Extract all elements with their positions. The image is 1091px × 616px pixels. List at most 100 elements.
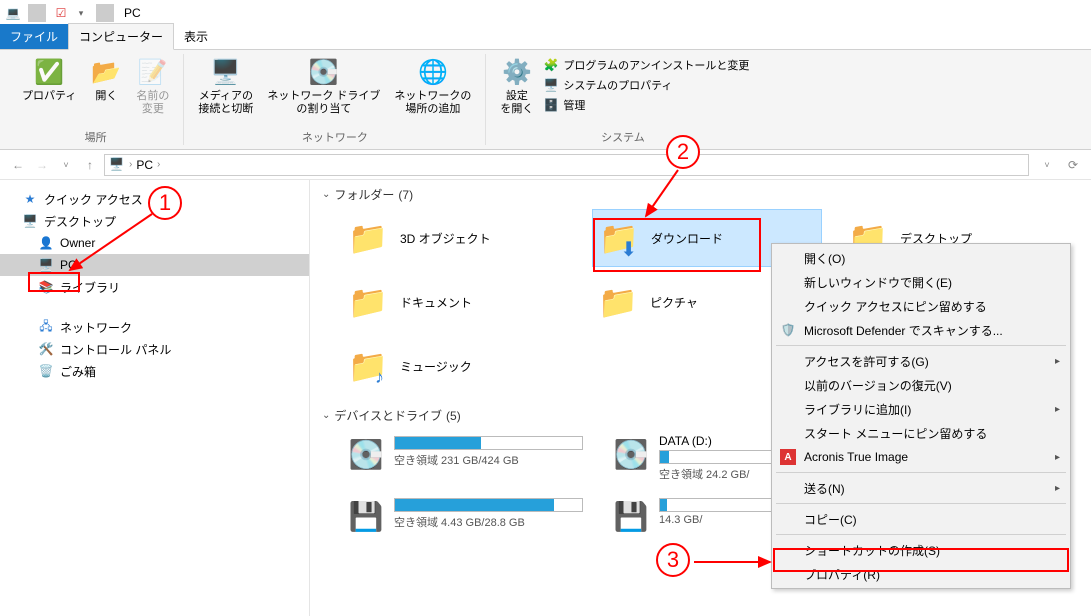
tree-control-panel[interactable]: 🛠️ コントロール パネル (0, 338, 309, 360)
ctx-open-new-window[interactable]: 新しいウィンドウで開く(E) (774, 270, 1068, 294)
folder-3d-objects[interactable]: 📁 3D オブジェクト (342, 209, 572, 267)
ribbon-group-network: 🖥️ メディアの 接続と切断 💽 ネットワーク ドライブ の割り当て 🌐 ネット… (184, 54, 486, 145)
add-location-button[interactable]: 🌐 ネットワークの 場所の追加 (388, 54, 477, 118)
ctx-restore-versions[interactable]: 以前のバージョンの復元(V) (774, 373, 1068, 397)
chevron-down-icon: ⌄ (322, 189, 330, 200)
star-icon: ★ (22, 191, 38, 207)
manage-button[interactable]: 🗄️ 管理 (541, 96, 751, 114)
uninstall-icon: 🧩 (543, 57, 559, 73)
user-icon: 👤 (38, 235, 54, 251)
settings-button[interactable]: ⚙️ 設定 を開く (494, 54, 539, 118)
ctx-acronis[interactable]: AAcronis True Image▸ (774, 445, 1068, 469)
rename-button: 📝 名前の 変更 (130, 54, 175, 118)
folder-icon: 📁 (346, 216, 390, 260)
drive-icon: 💽 (346, 434, 386, 474)
properties-icon: ✅ (33, 56, 65, 88)
drive-usb-1[interactable]: 💾 空き領域 4.43 GB/28.8 GB (342, 492, 587, 540)
rename-icon: 📝 (137, 56, 169, 88)
chevron-right-icon: › (157, 159, 160, 170)
uninstall-button[interactable]: 🧩 プログラムのアンインストールと変更 (541, 56, 751, 74)
tree-owner[interactable]: 👤 Owner (0, 232, 309, 254)
address-bar: ← → ˅ ↑ 🖥️ › PC › ˅ ⟳ (0, 150, 1091, 180)
annotation-step-1: 1 (148, 186, 182, 220)
tree-pc[interactable]: 🖥️ PC (0, 254, 309, 276)
address-box[interactable]: 🖥️ › PC › (104, 154, 1029, 176)
ctx-grant-access[interactable]: アクセスを許可する(G)▸ (774, 349, 1068, 373)
address-controls: ˅ ⟳ (1037, 155, 1083, 175)
open-button[interactable]: 📂 開く (84, 54, 128, 105)
music-icon: 📁♪ (346, 344, 390, 388)
drive-icon: 💽 (611, 434, 651, 474)
tab-computer[interactable]: コンピューター (68, 23, 174, 50)
tree-network[interactable]: 🖧 ネットワーク (0, 316, 309, 338)
ctx-defender-scan[interactable]: 🛡️Microsoft Defender でスキャンする... (774, 318, 1068, 342)
folder-music[interactable]: 📁♪ ミュージック (342, 337, 822, 395)
recycle-bin-icon: 🗑️ (38, 363, 54, 379)
chevron-right-icon: ▸ (1055, 452, 1060, 463)
chevron-right-icon: ▸ (1055, 356, 1060, 367)
gear-icon: ⚙️ (501, 56, 533, 88)
tree-recycle-bin[interactable]: 🗑️ ごみ箱 (0, 360, 309, 382)
tree-libraries[interactable]: 📚 ライブラリ (0, 276, 309, 298)
forward-button[interactable]: → (32, 155, 52, 175)
annotation-step-2: 2 (666, 135, 700, 169)
dropdown-icon[interactable]: ▾ (72, 4, 90, 22)
tab-view[interactable]: 表示 (174, 24, 218, 49)
acronis-icon: A (780, 449, 796, 465)
ctx-add-library[interactable]: ライブラリに追加(I)▸ (774, 397, 1068, 421)
ctx-send-to[interactable]: 送る(N)▸ (774, 476, 1068, 500)
chevron-down-icon: ⌄ (322, 410, 330, 421)
annotation-step-3: 3 (656, 543, 690, 577)
separator (776, 472, 1066, 473)
checkbox-icon[interactable]: ☑ (52, 4, 70, 22)
navigation-pane: ★ クイック アクセス 🖥️ デスクトップ 👤 Owner 🖥️ PC 📚 ライ… (0, 180, 310, 616)
history-dropdown[interactable]: ˅ (56, 155, 76, 175)
usb-drive-icon: 💾 (611, 496, 651, 536)
drive-c[interactable]: 💽 空き領域 231 GB/424 GB (342, 430, 587, 486)
shield-icon: 🛡️ (780, 322, 796, 338)
tab-file[interactable]: ファイル (0, 24, 68, 49)
separator (96, 4, 114, 22)
group-label: ネットワーク (192, 127, 477, 145)
folders-header[interactable]: ⌄ フォルダー (7) (322, 186, 1079, 203)
drive-usage-bar (394, 436, 583, 450)
properties-button[interactable]: ✅ プロパティ (16, 54, 82, 105)
ctx-properties[interactable]: プロパティ(R) (774, 562, 1068, 586)
system-properties-button[interactable]: 🖥️ システムのプロパティ (541, 76, 751, 94)
window-title: PC (124, 6, 141, 20)
globe-folder-icon: 🌐 (417, 56, 449, 88)
chevron-right-icon: ▸ (1055, 404, 1060, 415)
desktop-icon: 🖥️ (22, 213, 38, 229)
chevron-right-icon: › (129, 159, 132, 170)
dropdown-icon[interactable]: ˅ (1037, 155, 1057, 175)
ctx-open[interactable]: 開く(O) (774, 246, 1068, 270)
downloads-icon: 📁 ⬇ (597, 216, 641, 260)
network-icon: 🖧 (38, 319, 54, 335)
ribbon-group-location: ✅ プロパティ 📂 開く 📝 名前の 変更 場所 (8, 54, 184, 145)
ctx-pin-start[interactable]: スタート メニューにピン留めする (774, 421, 1068, 445)
folder-open-icon: 📂 (90, 56, 122, 88)
ctx-copy[interactable]: コピー(C) (774, 507, 1068, 531)
refresh-button[interactable]: ⟳ (1063, 155, 1083, 175)
pictures-icon: 📁 (596, 280, 640, 324)
up-button[interactable]: ↑ (80, 155, 100, 175)
group-label: システム (494, 127, 751, 145)
folder-documents[interactable]: 📁 ドキュメント (342, 273, 572, 331)
sysprops-icon: 🖥️ (543, 77, 559, 93)
ribbon-group-system: ⚙️ 設定 を開く 🧩 プログラムのアンインストールと変更 🖥️ システムのプロ… (486, 54, 759, 145)
pc-icon: 🖥️ (38, 257, 54, 273)
ribbon: ✅ プロパティ 📂 開く 📝 名前の 変更 場所 🖥️ メディアの 接続と切断 … (0, 50, 1091, 150)
drive-usage-bar (394, 498, 583, 512)
pc-icon: 💻 (4, 4, 22, 22)
map-drive-button[interactable]: 💽 ネットワーク ドライブ の割り当て (261, 54, 386, 118)
address-text: PC (136, 158, 153, 172)
quick-access-toolbar: 💻 ☑ ▾ (4, 4, 118, 22)
chevron-right-icon: ▸ (1055, 483, 1060, 494)
library-icon: 📚 (38, 279, 54, 295)
usb-drive-icon: 💾 (346, 496, 386, 536)
control-panel-icon: 🛠️ (38, 341, 54, 357)
ctx-pin-quick-access[interactable]: クイック アクセスにピン留めする (774, 294, 1068, 318)
back-button[interactable]: ← (8, 155, 28, 175)
media-button[interactable]: 🖥️ メディアの 接続と切断 (192, 54, 259, 118)
ctx-create-shortcut[interactable]: ショートカットの作成(S) (774, 538, 1068, 562)
